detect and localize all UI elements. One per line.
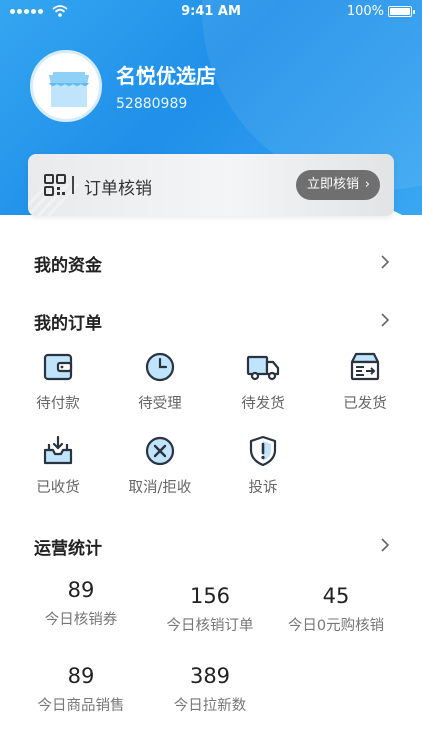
stat-label: 今日商品销售	[37, 698, 125, 714]
chevron-right-icon: ›	[364, 177, 370, 192]
status-bar: 9:41 AM 100%	[0, 0, 422, 24]
qr-code-icon	[44, 174, 66, 196]
order-status-label: 待受理	[138, 396, 182, 412]
stat-new-users: 389 今日拉新数	[140, 664, 280, 715]
stat-value: 89	[67, 664, 95, 688]
stat-value: 89	[67, 578, 95, 602]
stat-value: 389	[189, 664, 231, 688]
truck-icon	[246, 350, 280, 384]
verify-now-button[interactable]: 立即核销 ›	[296, 170, 380, 200]
storefront-icon	[49, 72, 89, 107]
stat-verified-coupons: 89 今日核销券	[11, 578, 151, 629]
order-status-label: 投诉	[248, 480, 278, 496]
order-cancelled-rejected[interactable]: 取消/拒收	[110, 434, 210, 497]
order-received[interactable]: 已收货	[8, 434, 108, 497]
order-verify-card[interactable]: 订单核销 立即核销 ›	[28, 154, 394, 216]
clock-icon	[143, 350, 177, 384]
received-box-icon	[41, 434, 75, 468]
order-status-label: 待付款	[36, 396, 80, 412]
stat-label: 今日核销券	[44, 612, 118, 628]
store-id: 52880989	[116, 96, 188, 112]
stat-label: 今日拉新数	[173, 698, 247, 714]
order-status-label: 已发货	[343, 396, 387, 412]
my-orders-title[interactable]: 我的订单	[34, 309, 102, 334]
chevron-right-icon[interactable]	[380, 254, 390, 270]
stat-zero-yuan-verified: 45 今日0元购核销	[266, 584, 406, 635]
chevron-right-icon[interactable]	[380, 537, 390, 553]
stat-product-sales: 89 今日商品销售	[11, 664, 151, 715]
order-complaint[interactable]: 投诉	[213, 434, 313, 497]
divider	[72, 176, 74, 194]
cancel-icon	[143, 434, 177, 468]
stat-value: 156	[189, 584, 231, 608]
order-status-label: 取消/拒收	[128, 480, 192, 496]
my-funds-title[interactable]: 我的资金	[34, 251, 102, 276]
chevron-right-icon[interactable]	[380, 312, 390, 328]
stat-label: 今日0元购核销	[287, 618, 385, 634]
order-pending-accept[interactable]: 待受理	[110, 350, 210, 413]
store-avatar[interactable]	[30, 50, 102, 122]
battery-icon	[388, 6, 415, 17]
order-status-label: 待发货	[241, 396, 285, 412]
stat-verified-orders: 156 今日核销订单	[140, 584, 280, 635]
battery-percent: 100%	[346, 4, 384, 19]
wallet-icon	[41, 350, 75, 384]
stat-value: 45	[322, 584, 350, 608]
complaint-shield-icon	[246, 434, 280, 468]
verify-now-label: 立即核销	[307, 177, 360, 192]
order-status-label: 已收货	[36, 480, 80, 496]
stat-label: 今日核销订单	[166, 618, 254, 634]
order-shipped[interactable]: 已发货	[315, 350, 415, 413]
order-pending-payment[interactable]: 待付款	[8, 350, 108, 413]
order-pending-ship[interactable]: 待发货	[213, 350, 313, 413]
shipped-box-icon	[348, 350, 382, 384]
verify-title: 订单核销	[84, 179, 152, 199]
store-name: 名悦优选店	[116, 64, 216, 88]
operations-stats-title[interactable]: 运营统计	[34, 534, 102, 559]
